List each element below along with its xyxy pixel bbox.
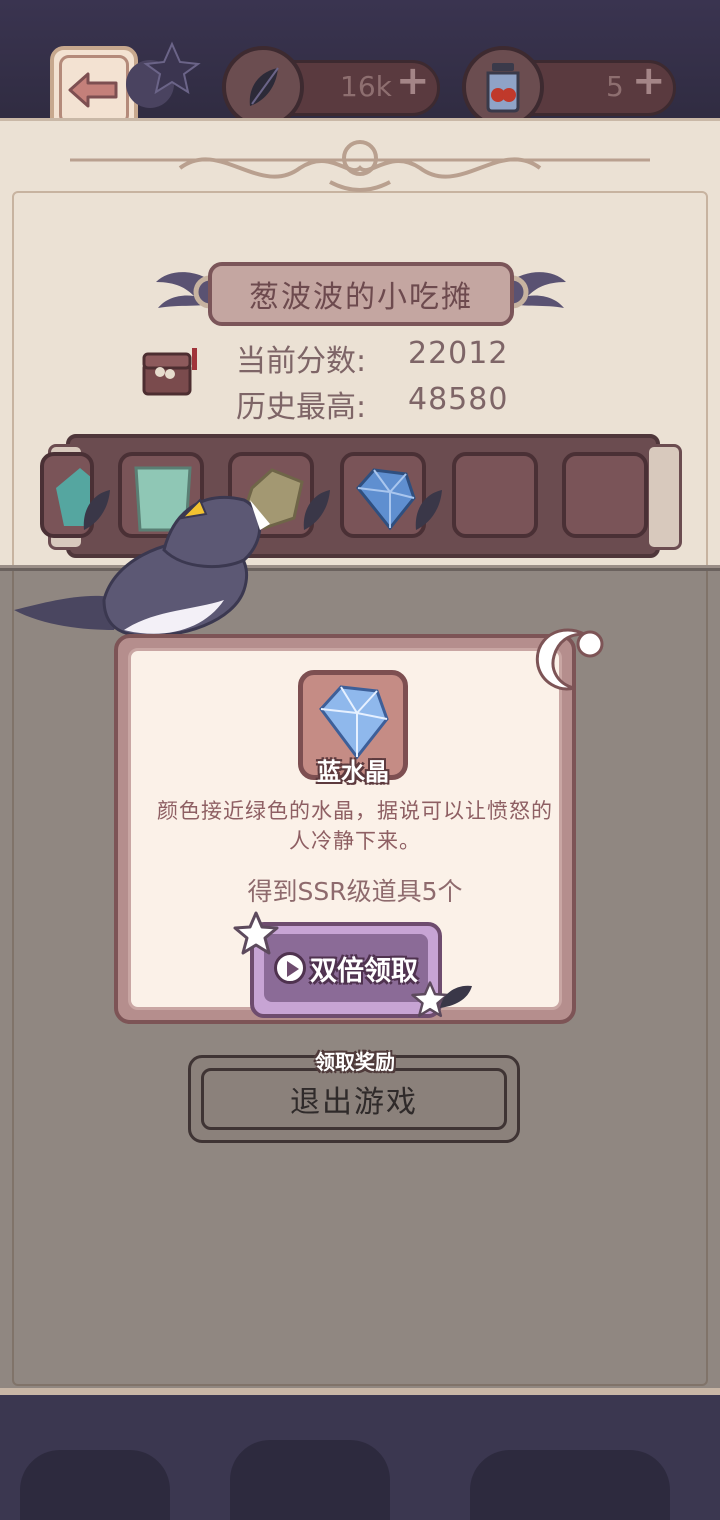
- reward-summary: 得到SSR级道具5个: [247, 877, 463, 906]
- feather-count: 16k: [340, 70, 392, 103]
- best-score-label: 历史最高:: [236, 390, 367, 425]
- mascot-decoration: [126, 41, 201, 108]
- best-score: 48580: [408, 382, 509, 417]
- current-score: 22012: [408, 336, 509, 371]
- exit-game-label: 退出游戏: [201, 1068, 507, 1130]
- claim-reward-label[interactable]: 领取奖励: [298, 1046, 412, 1075]
- rock-decoration: [230, 1440, 390, 1520]
- double-claim-label: 双倍领取: [310, 955, 418, 987]
- bottom-scene-background: [0, 1395, 720, 1520]
- star-icon: [233, 911, 279, 955]
- feather-icon: [222, 46, 304, 128]
- magpie-mascot: [14, 495, 270, 638]
- feather-icon: [303, 490, 330, 530]
- crescent-moon-ornament: [535, 628, 604, 691]
- feather-icon: [440, 985, 472, 1008]
- stall-title: 葱波波的小吃摊: [208, 262, 514, 326]
- reward-item-name: 蓝水晶: [317, 758, 389, 786]
- inventory-slot-empty[interactable]: [452, 452, 538, 538]
- current-score-label: 当前分数:: [236, 344, 367, 379]
- jar-count: 5: [606, 70, 624, 103]
- add-feathers-button[interactable]: +: [396, 58, 430, 104]
- floral-ornament: [70, 140, 650, 192]
- feather-icon: [415, 490, 442, 530]
- reward-item-description: 颜色接近绿色的水晶，据说可以让愤怒的人冷静下来。: [157, 799, 553, 853]
- treasure-chest-icon: [142, 348, 197, 396]
- arrow-left-icon: [68, 72, 118, 108]
- rock-decoration: [20, 1450, 170, 1520]
- slot-bar-right-cap: [646, 444, 682, 550]
- double-claim-button-face: 双倍领取: [264, 934, 428, 1002]
- jam-jar-icon: [462, 46, 544, 128]
- rock-decoration: [470, 1450, 670, 1520]
- blue-crystal-icon: [319, 685, 389, 760]
- inventory-slot-empty[interactable]: [562, 452, 648, 538]
- add-jars-button[interactable]: +: [632, 58, 666, 104]
